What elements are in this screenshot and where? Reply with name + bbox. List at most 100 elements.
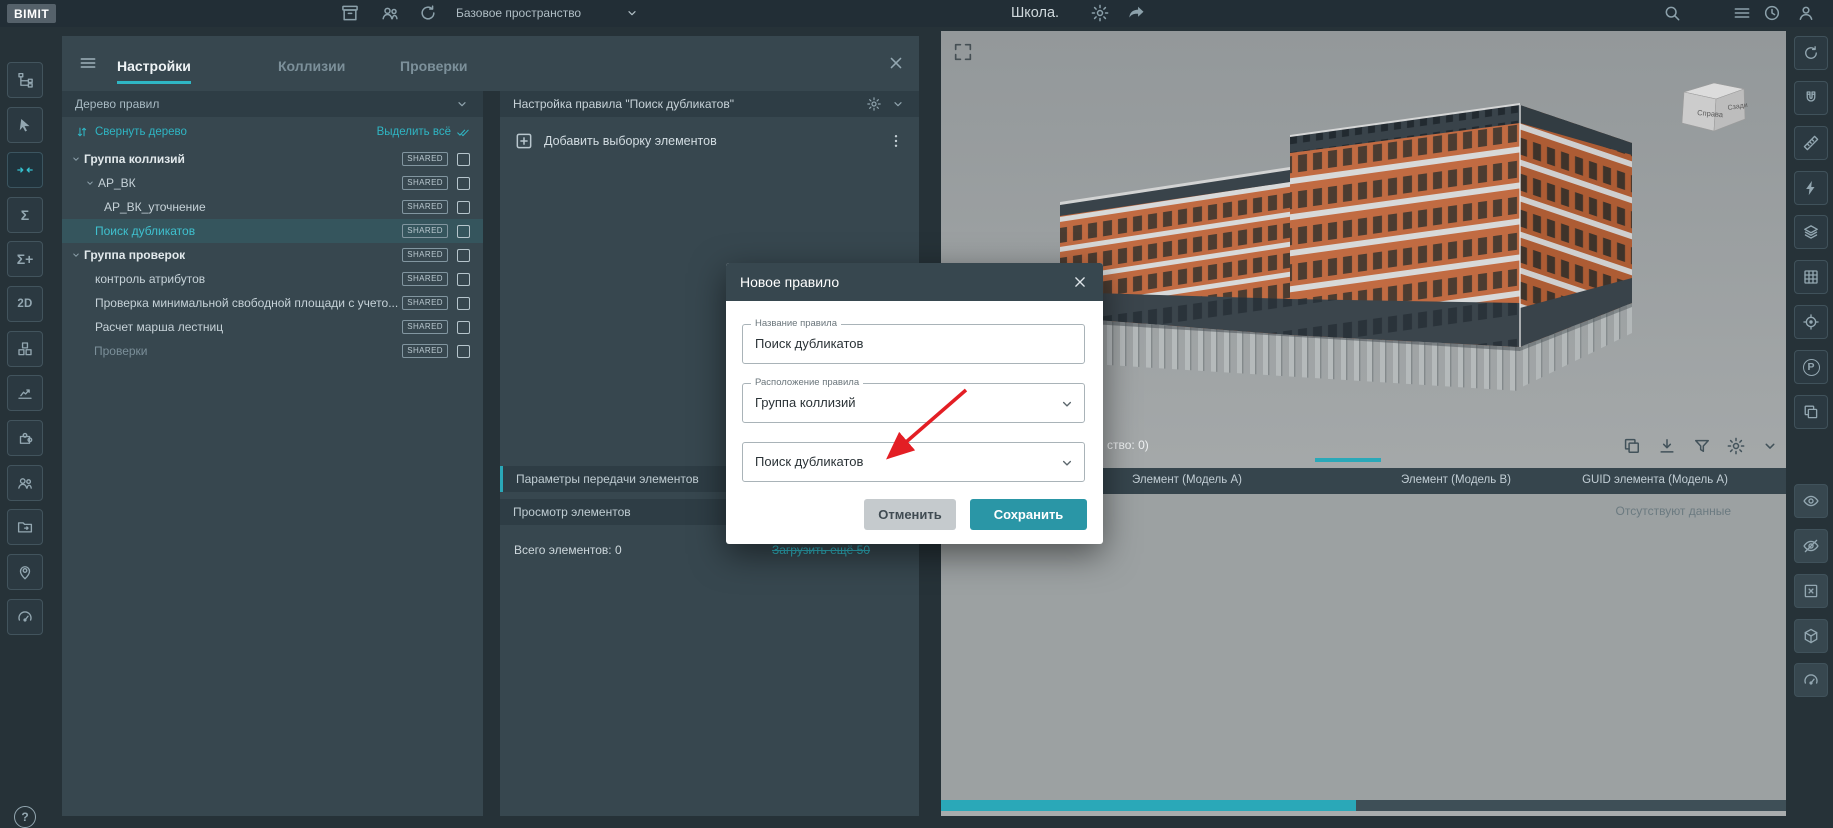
account-icon[interactable] (1796, 3, 1816, 23)
tree-row[interactable]: Расчет марша лестниц SHARED (62, 315, 483, 339)
compass-tool[interactable] (1794, 663, 1828, 697)
collision-count-fragment: ство: 0) (1107, 438, 1149, 452)
clash-point-tool[interactable] (1794, 171, 1828, 205)
geo-person-tool[interactable] (7, 554, 43, 590)
building-model[interactable] (1040, 75, 1640, 405)
selection-frame-tool[interactable] (1794, 574, 1828, 608)
focus-tool[interactable] (1794, 305, 1828, 339)
summary-tool[interactable]: Σ (7, 197, 43, 233)
tree-row[interactable]: АР_ВК_уточнение SHARED (62, 195, 483, 219)
menu-list-icon[interactable] (1732, 3, 1752, 23)
visibility-off-tool[interactable] (1794, 529, 1828, 563)
panel-close-icon[interactable] (886, 53, 906, 73)
model-tree-tool[interactable] (7, 62, 43, 98)
rule-collapse-chevron-icon[interactable] (890, 96, 906, 112)
tab-checks[interactable]: Проверки (400, 54, 468, 84)
archive-icon[interactable] (340, 3, 360, 23)
plugins-tool[interactable] (7, 420, 43, 456)
expander-icon[interactable] (70, 249, 82, 261)
tree-row[interactable]: Проверка минимальной свободной площади с… (62, 291, 483, 315)
kebab-menu-icon[interactable] (887, 132, 905, 150)
sync-icon[interactable] (418, 3, 438, 23)
orbit-tool[interactable] (1794, 36, 1828, 70)
rule-type-select[interactable]: Поиск дубликатов (742, 442, 1085, 482)
summary-add-tool[interactable]: Σ+ (7, 241, 43, 277)
rule-location-select[interactable]: Расположение правила Группа коллизий (742, 383, 1085, 423)
visibility-tool[interactable] (1794, 484, 1828, 518)
chevron-down-icon[interactable] (624, 5, 640, 21)
tree-row[interactable]: Проверки SHARED (62, 339, 483, 363)
rule-name-field[interactable]: Название правила Поиск дубликатов (742, 324, 1085, 364)
collapse-results-chevron-icon[interactable] (1760, 436, 1780, 456)
grid-tool[interactable] (1794, 260, 1828, 294)
layers-tool[interactable] (1794, 215, 1828, 249)
row-checkbox[interactable] (457, 297, 470, 310)
shared-folder-tool[interactable] (7, 509, 43, 545)
add-selection-button[interactable]: Добавить выборку элементов (544, 134, 717, 148)
cube-view-tool[interactable] (1794, 619, 1828, 653)
tree-panel-header[interactable]: Дерево правил (62, 91, 483, 117)
magnet-tool[interactable] (1794, 81, 1828, 115)
search-icon[interactable] (1662, 3, 1682, 23)
assemblies-tool[interactable] (7, 331, 43, 367)
tree-row[interactable]: контроль атрибутов SHARED (62, 267, 483, 291)
collapse-tree-icon[interactable] (75, 125, 89, 139)
settings-gear-icon[interactable] (1090, 3, 1110, 23)
load-more-link[interactable]: Загрузить ещё 50 (772, 543, 870, 557)
workspace-selector[interactable]: Базовое пространство (456, 6, 581, 20)
column-header[interactable]: Элемент (Модель B) (1401, 474, 1511, 486)
2d-view-tool[interactable]: 2D (7, 286, 43, 322)
dialog-close-icon[interactable] (1071, 273, 1089, 291)
row-checkbox[interactable] (457, 273, 470, 286)
results-settings-gear-icon[interactable] (1726, 436, 1746, 456)
chevron-down-icon[interactable] (1058, 395, 1076, 413)
row-checkbox[interactable] (457, 177, 470, 190)
row-checkbox[interactable] (457, 345, 470, 358)
chevron-down-icon[interactable] (1058, 454, 1076, 472)
team-icon[interactable] (380, 3, 400, 23)
collisions-tool[interactable] (7, 152, 43, 188)
column-header[interactable]: Элемент (Модель А) (1132, 474, 1242, 486)
history-icon[interactable] (1762, 3, 1782, 23)
collapse-tree-link[interactable]: Свернуть дерево (95, 126, 187, 138)
filter-results-icon[interactable] (1692, 436, 1712, 456)
collapse-panel-chevron-icon[interactable] (454, 96, 470, 112)
row-checkbox[interactable] (457, 321, 470, 334)
horizontal-scrollbar[interactable] (941, 800, 1786, 811)
collaboration-tool[interactable] (7, 465, 43, 501)
save-button[interactable]: Сохранить (970, 499, 1087, 530)
dashboard-tool[interactable] (7, 599, 43, 635)
copy-view-tool[interactable] (1794, 395, 1828, 429)
analytics-tool[interactable] (7, 375, 43, 411)
cancel-button[interactable]: Отменить (864, 499, 956, 530)
scrollbar-thumb[interactable] (941, 800, 1356, 811)
tab-collisions[interactable]: Коллизии (278, 54, 345, 84)
panel-menu-icon[interactable] (78, 53, 98, 73)
copy-results-icon[interactable] (1622, 436, 1642, 456)
expand-viewport-icon[interactable] (952, 41, 974, 63)
tab-settings[interactable]: Настройки (117, 54, 191, 84)
tree-row[interactable]: Группа коллизий SHARED (62, 147, 483, 171)
tree-row[interactable]: АР_ВК SHARED (62, 171, 483, 195)
rule-gear-icon[interactable] (866, 96, 882, 112)
row-checkbox[interactable] (457, 225, 470, 238)
export-results-icon[interactable] (1657, 436, 1677, 456)
row-checkbox[interactable] (457, 153, 470, 166)
select-all-link[interactable]: Выделить всё (377, 126, 451, 138)
double-check-icon[interactable] (456, 125, 470, 139)
column-header[interactable]: GUID элемента (Модель А) (1582, 474, 1728, 486)
measure-tool[interactable] (1794, 126, 1828, 160)
view-cube[interactable]: Справа Сзади (1676, 79, 1750, 137)
select-tool[interactable] (7, 107, 43, 143)
share-icon[interactable] (1126, 3, 1146, 23)
help-button[interactable]: ? (14, 806, 36, 828)
tree-row[interactable]: Группа проверок SHARED (62, 243, 483, 267)
expander-icon[interactable] (70, 153, 82, 165)
rule-settings-header: Настройка правила "Поиск дубликатов" (500, 91, 919, 117)
parking-tool[interactable]: P (1794, 350, 1828, 384)
tree-row-selected[interactable]: Поиск дубликатов SHARED (62, 219, 483, 243)
expander-icon[interactable] (84, 177, 96, 189)
row-checkbox[interactable] (457, 249, 470, 262)
add-selection-plus-icon[interactable] (514, 131, 534, 151)
row-checkbox[interactable] (457, 201, 470, 214)
